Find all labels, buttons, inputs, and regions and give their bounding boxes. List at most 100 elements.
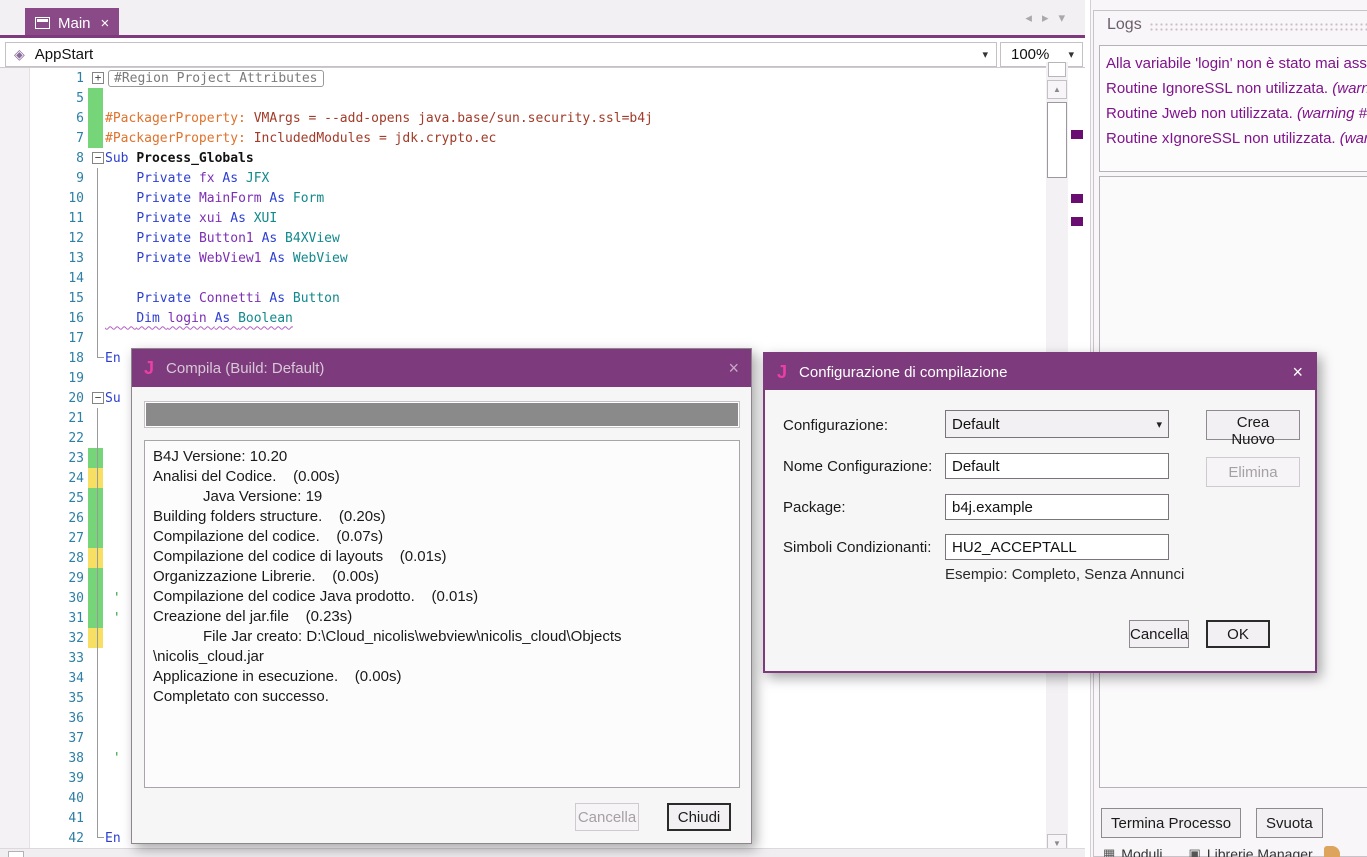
- warning-mark[interactable]: [1071, 217, 1083, 226]
- code-line-12[interactable]: 12 Private Button1 As B4XView: [0, 228, 1046, 248]
- symbols-hint-text: Esempio: Completo, Senza Annunci: [945, 566, 1184, 583]
- zoom-dropdown-icon[interactable]: ▾: [1068, 48, 1082, 61]
- tab-moduli[interactable]: ▦Moduli: [1103, 846, 1163, 857]
- warning-mark[interactable]: [1071, 130, 1083, 139]
- package-field[interactable]: b4j.example: [945, 494, 1169, 520]
- tab-librerie-manager[interactable]: ▣Librerie Manager: [1189, 846, 1313, 857]
- config-name-field[interactable]: Default: [945, 453, 1169, 479]
- line-number: 13: [0, 251, 84, 266]
- logs-buttons: Termina Processo Svuota: [1101, 808, 1323, 838]
- line-number: 33: [0, 651, 84, 666]
- line-number: 42: [0, 831, 84, 846]
- config-dialog-close-icon[interactable]: ×: [1292, 362, 1303, 383]
- line-number: 7: [0, 131, 84, 146]
- line-number: 23: [0, 451, 84, 466]
- code-line-10[interactable]: 10 Private MainForm As Form: [0, 188, 1046, 208]
- conditional-symbols-field[interactable]: HU2_ACCEPTALL: [945, 534, 1169, 560]
- line-number: 15: [0, 291, 84, 306]
- code-line-14[interactable]: 14: [0, 268, 1046, 288]
- tab-main[interactable]: Main ×: [25, 8, 119, 38]
- nav-left-icon[interactable]: ◂: [1025, 10, 1042, 25]
- nav-right-icon[interactable]: ▸: [1042, 10, 1059, 25]
- line-number: 31: [0, 611, 84, 626]
- code-line-16[interactable]: 16 Dim login As Boolean: [0, 308, 1046, 328]
- tab-close-icon[interactable]: ×: [101, 15, 110, 32]
- line-number: 20: [0, 391, 84, 406]
- clear-logs-button[interactable]: Svuota: [1256, 808, 1323, 838]
- code-line-9[interactable]: 9 Private fx As JFX: [0, 168, 1046, 188]
- compile-close-button[interactable]: Chiudi: [667, 803, 731, 831]
- bottom-panel-tabs: ▦Moduli ▣Librerie Manager: [1091, 846, 1367, 857]
- config-dialog-titlebar[interactable]: J Configurazione di compilazione ×: [765, 354, 1315, 390]
- delete-button[interactable]: Elimina: [1206, 457, 1300, 487]
- config-cancel-button[interactable]: Cancella: [1129, 620, 1189, 648]
- fold-collapse-icon[interactable]: −: [92, 392, 104, 404]
- compile-dialog-close-icon[interactable]: ×: [728, 358, 739, 379]
- module-selector-value: AppStart: [35, 46, 93, 63]
- code-line-5[interactable]: 5: [0, 88, 1046, 108]
- zoom-selector[interactable]: 100% ▾: [1000, 42, 1083, 67]
- configuration-dropdown-icon[interactable]: ▾: [1156, 418, 1162, 431]
- log-warning[interactable]: Alla variabile 'login' non è stato mai a…: [1106, 51, 1367, 76]
- line-number: 24: [0, 471, 84, 486]
- splitter-grip[interactable]: [1048, 62, 1066, 77]
- code-line-7[interactable]: 7#PackagerProperty: IncludedModules = jd…: [0, 128, 1046, 148]
- line-number: 30: [0, 591, 84, 606]
- code-line-1[interactable]: 1+#Region Project Attributes: [0, 68, 1046, 88]
- line-number: 17: [0, 331, 84, 346]
- line-number: 28: [0, 551, 84, 566]
- hscroll-handle[interactable]: [8, 851, 24, 857]
- line-number: 22: [0, 431, 84, 446]
- log-warning[interactable]: Routine Jweb non utilizzata. (warning #1: [1106, 101, 1367, 126]
- line-number: 29: [0, 571, 84, 586]
- terminate-process-button[interactable]: Termina Processo: [1101, 808, 1241, 838]
- b4x-flame-icon: [1324, 846, 1340, 857]
- code-text: Su: [105, 391, 121, 406]
- module-selector[interactable]: ◈ AppStart ▾: [5, 42, 997, 67]
- logs-drag-dots[interactable]: [1149, 22, 1367, 32]
- create-new-button[interactable]: Crea Nuovo: [1206, 410, 1300, 440]
- module-dropdown-icon[interactable]: ▾: [982, 48, 996, 61]
- editor-toolbar: ◈ AppStart ▾ 100% ▾: [0, 41, 1085, 68]
- compile-dialog-titlebar[interactable]: J Compila (Build: Default) ×: [132, 349, 751, 387]
- warning-mark[interactable]: [1071, 194, 1083, 203]
- fold-expand-icon[interactable]: +: [92, 72, 104, 84]
- compile-cancel-button[interactable]: Cancella: [575, 803, 639, 831]
- line-number: 38: [0, 751, 84, 766]
- scroll-up-icon[interactable]: ▲: [1047, 80, 1067, 99]
- fold-guide-sub2: [97, 408, 104, 838]
- collapsed-region-box[interactable]: #Region Project Attributes: [108, 70, 324, 87]
- scrollbar-thumb[interactable]: [1047, 102, 1067, 178]
- config-name-label: Nome Configurazione:: [783, 458, 932, 475]
- configuration-select[interactable]: Default ▾: [945, 410, 1169, 438]
- log-warning[interactable]: Routine xIgnoreSSL non utilizzata. (warn: [1106, 126, 1367, 151]
- fold-collapse-icon[interactable]: −: [92, 152, 104, 164]
- line-number: 10: [0, 191, 84, 206]
- line-number: 26: [0, 511, 84, 526]
- module-window-icon: [35, 17, 50, 29]
- line-number: 8: [0, 151, 84, 166]
- code-line-17[interactable]: 17: [0, 328, 1046, 348]
- code-line-15[interactable]: 15 Private Connetti As Button: [0, 288, 1046, 308]
- line-number: 25: [0, 491, 84, 506]
- configuration-label: Configurazione:: [783, 417, 888, 434]
- line-number: 32: [0, 631, 84, 646]
- code-line-13[interactable]: 13 Private WebView1 As WebView: [0, 248, 1046, 268]
- code-text: En: [105, 351, 121, 366]
- code-line-6[interactable]: 6#PackagerProperty: VMArgs = --add-opens…: [0, 108, 1046, 128]
- tab-nav-arrows[interactable]: ◂▸▾: [1025, 10, 1075, 26]
- config-ok-button[interactable]: OK: [1206, 620, 1270, 648]
- code-text: Private fx As JFX: [105, 171, 269, 186]
- line-number: 11: [0, 211, 84, 226]
- line-number: 39: [0, 771, 84, 786]
- code-line-8[interactable]: 8−Sub Process_Globals: [0, 148, 1046, 168]
- nav-more-icon[interactable]: ▾: [1058, 10, 1075, 25]
- log-warning[interactable]: Routine IgnoreSSL non utilizzata. (warni…: [1106, 76, 1367, 101]
- code-text: Private xui As XUI: [105, 211, 277, 226]
- compile-dialog-title: Compila (Build: Default): [166, 360, 324, 377]
- config-dialog-title: Configurazione di compilazione: [799, 364, 1007, 381]
- line-number: 37: [0, 731, 84, 746]
- code-line-11[interactable]: 11 Private xui As XUI: [0, 208, 1046, 228]
- build-configuration-dialog: J Configurazione di compilazione × Confi…: [763, 352, 1317, 673]
- line-number: 36: [0, 711, 84, 726]
